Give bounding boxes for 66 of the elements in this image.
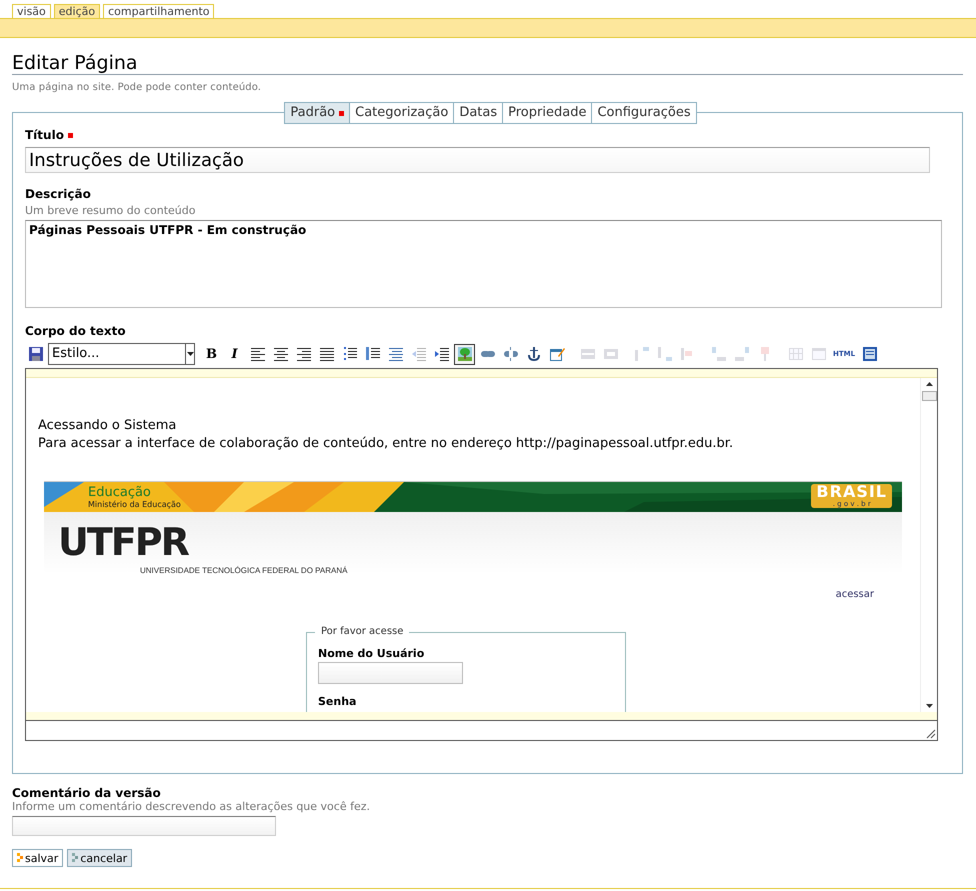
form-tab[interactable]: Categorização [350, 102, 454, 124]
anchor-icon [526, 346, 542, 362]
insert-row-icon [634, 346, 650, 362]
login-link[interactable]: acessar [836, 589, 874, 600]
title-field[interactable]: Instruções de Utilização [25, 147, 930, 173]
form-tab[interactable]: Padrão [284, 102, 350, 124]
description-field[interactable]: Páginas Pessoais UTFPR - Em construção [25, 220, 942, 308]
style-dropdown[interactable]: Estilo... [48, 343, 195, 365]
insert-column-icon [710, 346, 726, 362]
dotted-marker-icon [72, 853, 78, 863]
indented-lines-icon [388, 346, 404, 362]
resize-grip-icon[interactable] [926, 729, 936, 739]
ministry-subtitle: Ministério da Educação [88, 500, 181, 509]
indent-icon [434, 346, 450, 362]
ministry-name: Educação [88, 485, 151, 500]
page-description: Uma página no site. Pode pode conter conteúdo. [12, 82, 262, 93]
field-label: Comentário da versão [12, 786, 162, 800]
body-heading: Acessando o Sistema [38, 417, 178, 435]
form-tab[interactable]: Propriedade [503, 102, 592, 124]
down-arrow-icon [926, 704, 932, 708]
cancel-button[interactable]: cancelar [67, 849, 132, 867]
login-legend: Por favor acesse [315, 626, 410, 637]
insert-column-icon [734, 346, 750, 362]
username-label: Nome do Usuário [318, 647, 426, 660]
table-row-icon [580, 346, 596, 362]
align-right-icon [296, 346, 312, 362]
bullet-list-icon [342, 346, 358, 362]
form-tab[interactable]: Configurações [592, 102, 697, 124]
numbered-list-icon [364, 346, 380, 362]
window-icon [862, 346, 878, 362]
image-button[interactable] [454, 344, 475, 364]
scrollbar-thumb[interactable] [922, 391, 936, 401]
field-hint: Informe um comentário descrevendo as alterações que você fez. [12, 800, 371, 813]
align-center-icon [272, 346, 288, 362]
form-tab[interactable]: Datas [454, 102, 504, 124]
table-cell-icon [602, 346, 618, 362]
university-name: UNIVERSIDADE TECNOLÓGICA FEDERAL DO PARANÁ [140, 566, 348, 575]
caret-icon [186, 352, 194, 356]
field-label: Corpo do texto [25, 324, 126, 338]
university-logo: UTFPR [58, 522, 188, 562]
body-paragraph: Para acessar a interface de colaboração de conteúdo, entre no endereço http://paginapessoal.utfpr.edu.br. [38, 435, 734, 453]
table-grid-icon [788, 346, 804, 362]
password-label: Senha [318, 695, 358, 708]
view-tab[interactable]: visão [12, 4, 51, 18]
insert-row-icon [656, 346, 672, 362]
field-label: Título [25, 128, 64, 142]
up-arrow-icon [926, 382, 932, 386]
scrollbar[interactable] [920, 378, 937, 712]
tree-picture-icon [456, 346, 472, 362]
field-label: Descrição [25, 187, 91, 201]
page-heading: Editar Página [12, 52, 963, 75]
comment-field[interactable] [12, 816, 276, 836]
table-pencil-icon [548, 346, 564, 362]
save-button[interactable]: salvar [12, 849, 64, 867]
dotted-marker-icon [17, 853, 23, 863]
username-field[interactable] [318, 662, 463, 684]
align-left-icon [250, 346, 266, 362]
bold-button[interactable]: B [201, 344, 222, 364]
field-hint: Um breve resumo do conteúdo [25, 204, 196, 217]
view-tab[interactable]: edição [54, 4, 100, 18]
broken-link-icon [502, 346, 518, 362]
view-tab[interactable]: compartilhamento [103, 4, 214, 18]
table-icon [810, 346, 826, 362]
outdent-icon [410, 346, 426, 362]
italic-button[interactable]: I [224, 344, 245, 364]
justify-icon [318, 346, 334, 362]
